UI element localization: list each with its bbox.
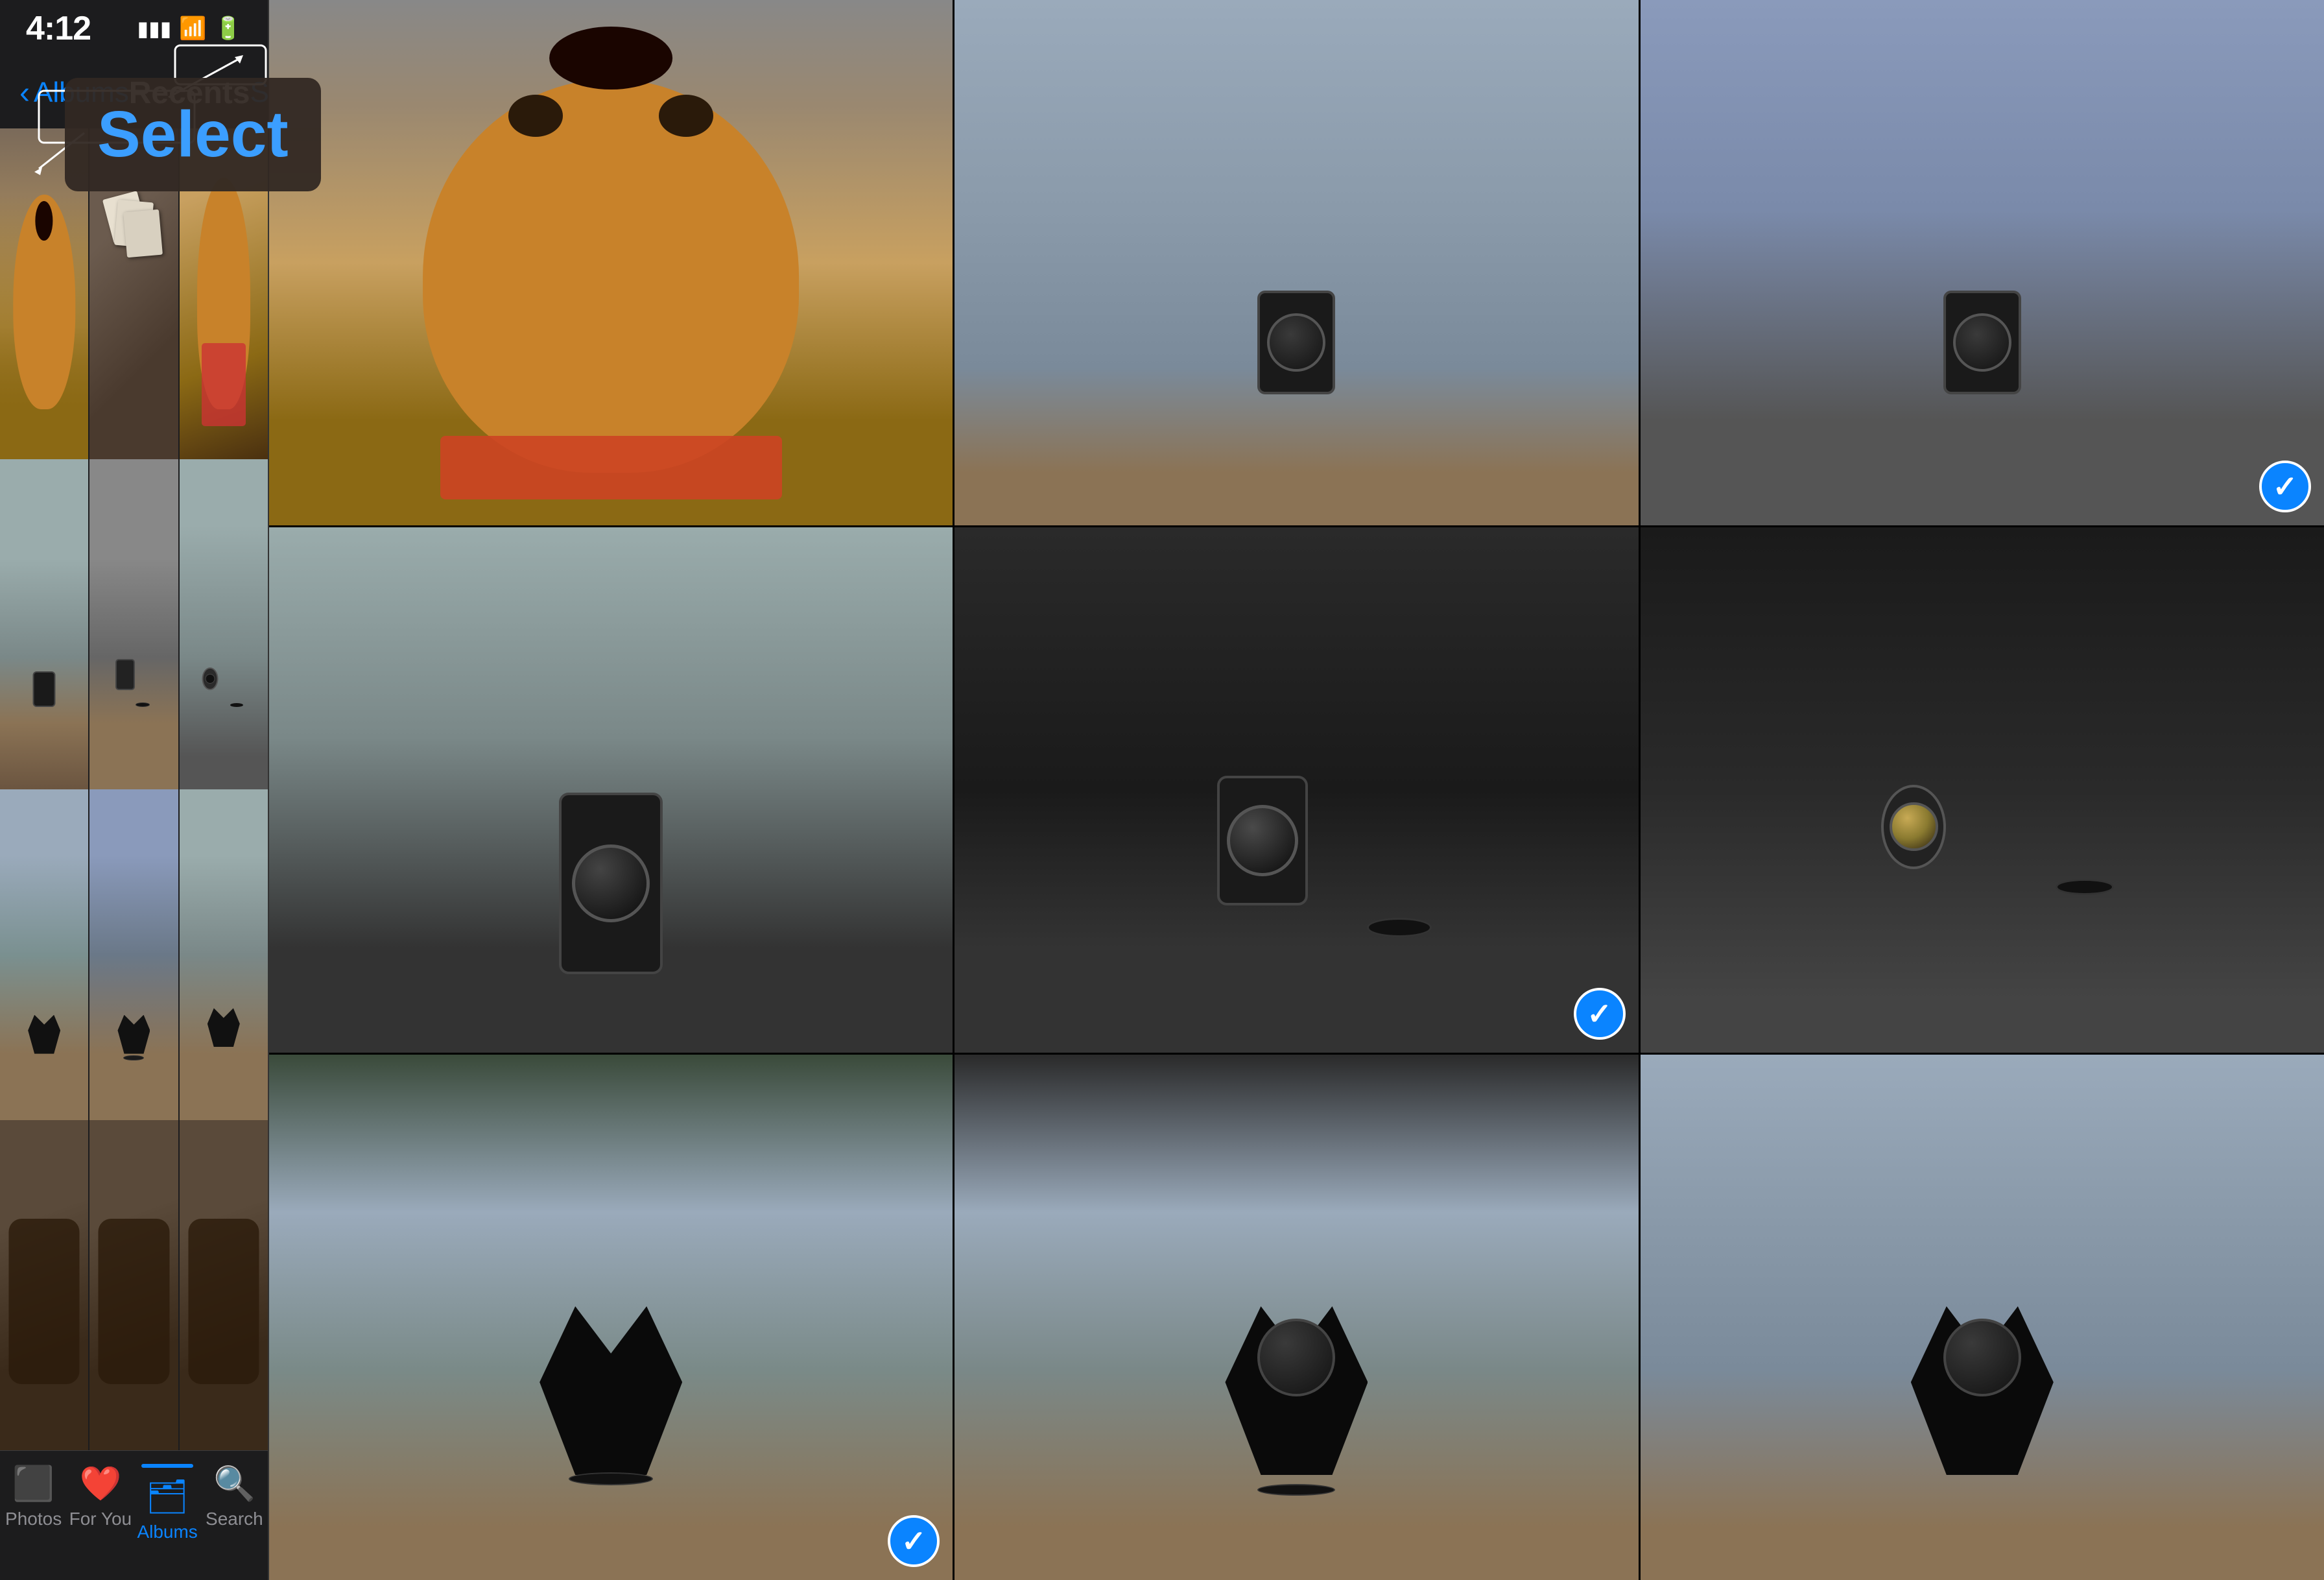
grid-row-4 <box>0 1120 268 1451</box>
signal-icon: ▮▮▮ <box>137 16 171 41</box>
chevron-left-icon: ‹ <box>19 75 30 111</box>
grid-cell-person3[interactable] <box>180 1120 268 1451</box>
grid-cell-lens-wood1[interactable] <box>0 459 88 790</box>
grid-row-3 <box>0 789 268 1120</box>
grid-row-2 <box>0 459 268 790</box>
detail-cell-lenshood3[interactable] <box>1641 1055 2324 1580</box>
check-badge-cell4 <box>1574 988 1626 1040</box>
detail-cell-dog[interactable] <box>269 0 953 525</box>
detail-cell-lens-tall[interactable] <box>269 527 953 1053</box>
nav-bar: ‹ Albums Recents Select <box>0 57 268 128</box>
nav-title: Recents <box>129 75 250 111</box>
grid-cell-beagle-harness[interactable] <box>180 128 268 459</box>
detail-cell-lenshood2[interactable] <box>954 1055 1638 1580</box>
detail-cell-lenshood1[interactable] <box>269 1055 953 1580</box>
tab-active-indicator <box>141 1464 193 1468</box>
detail-cell-lens-table1[interactable] <box>954 0 1638 525</box>
status-bar: 4:12 ▮▮▮ 📶 🔋 <box>0 0 268 57</box>
status-time: 4:12 <box>26 9 91 48</box>
status-icons: ▮▮▮ 📶 🔋 <box>137 16 242 42</box>
for-you-icon: ❤️ <box>80 1464 122 1503</box>
tab-search-label: Search <box>206 1509 263 1529</box>
check-badge-cell6 <box>888 1515 940 1567</box>
tab-photos-label: Photos <box>5 1509 62 1529</box>
nav-albums-label: Albums <box>34 77 129 109</box>
phone-panel: 4:12 ▮▮▮ 📶 🔋 ‹ Albums Recents Select Sel… <box>0 0 269 1580</box>
grid-cell-dog[interactable] <box>0 128 88 459</box>
wifi-icon: 📶 <box>179 16 206 42</box>
tab-albums-label: Albums <box>137 1522 197 1542</box>
search-icon: 🔍 <box>213 1464 255 1503</box>
grid-cell-lenshood3[interactable] <box>180 789 268 1120</box>
photos-icon: ⬛ <box>12 1464 54 1503</box>
tab-for-you[interactable]: ❤️ For You <box>67 1464 134 1529</box>
albums-icon: 🗂 <box>146 1477 189 1516</box>
grid-cell-person1[interactable] <box>0 1120 88 1451</box>
tab-for-you-label: For You <box>69 1509 132 1529</box>
grid-cell-lenshood1[interactable] <box>0 789 88 1120</box>
grid-cell-lens-cap1[interactable] <box>89 459 178 790</box>
tab-photos[interactable]: ⬛ Photos <box>0 1464 67 1529</box>
detail-cell-lens-small[interactable] <box>1641 527 2324 1053</box>
tab-albums[interactable]: 🗂 Albums <box>134 1464 201 1542</box>
grid-cell-polaroids[interactable] <box>89 128 178 459</box>
detail-cell-lens-dark[interactable] <box>1641 0 2324 525</box>
tab-search[interactable]: 🔍 Search <box>201 1464 268 1529</box>
tab-bar: ⬛ Photos ❤️ For You 🗂 Albums 🔍 Search <box>0 1450 268 1580</box>
detail-cell-lens-medium[interactable] <box>954 527 1638 1053</box>
battery-icon: 🔋 <box>215 16 242 42</box>
nav-albums-button[interactable]: ‹ Albums <box>19 75 129 111</box>
grid-row-1 <box>0 128 268 459</box>
photo-grid <box>0 128 268 1450</box>
grid-cell-person2[interactable] <box>89 1120 178 1451</box>
check-badge-cell2 <box>2259 461 2311 512</box>
detail-panel <box>269 0 2324 1580</box>
grid-cell-lenshood2[interactable] <box>89 789 178 1120</box>
grid-cell-lens-small1[interactable] <box>180 459 268 790</box>
